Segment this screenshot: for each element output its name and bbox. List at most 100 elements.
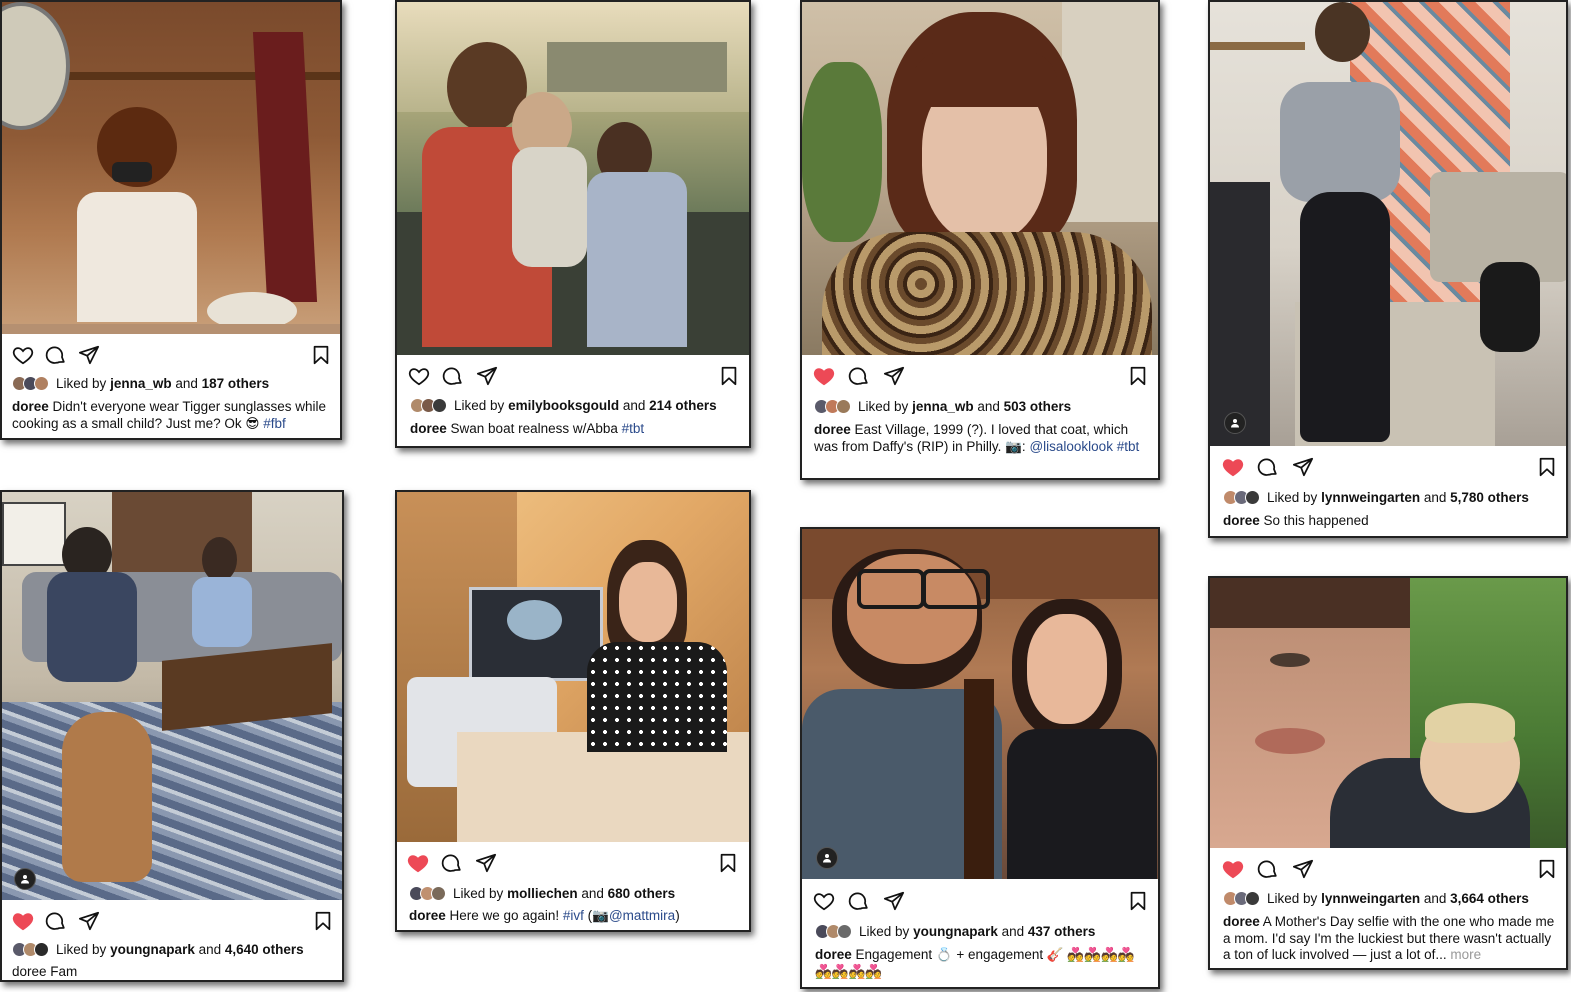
caption-mention[interactable]: @lisalooklook: [1029, 439, 1113, 454]
instagram-post-6: Liked by molliechen and 680 others doree…: [395, 490, 751, 932]
bookmark-icon[interactable]: [1127, 890, 1149, 912]
post-caption: doree So this happened: [1223, 513, 1556, 530]
caption-username[interactable]: doree: [410, 421, 447, 436]
post-photo[interactable]: [2, 2, 340, 334]
share-icon[interactable]: [1292, 456, 1314, 478]
tagged-user-icon[interactable]: [1224, 412, 1246, 434]
post-caption: doree Didn't everyone wear Tigger sungla…: [12, 399, 330, 432]
bookmark-icon[interactable]: [718, 365, 740, 387]
share-icon[interactable]: [475, 852, 497, 874]
likes-user-link[interactable]: jenna_wb: [110, 376, 172, 391]
heart-icon[interactable]: [813, 890, 835, 912]
likes-user-link[interactable]: emilybooksgould: [508, 398, 619, 413]
caption-hashtag[interactable]: #fbf: [263, 416, 286, 431]
likes-summary: Liked by youngnapark and 4,640 others: [12, 942, 304, 957]
tagged-user-icon[interactable]: [14, 868, 36, 890]
comment-icon[interactable]: [1257, 858, 1279, 880]
bookmark-icon[interactable]: [310, 344, 332, 366]
likes-summary: Liked by jenna_wb and 187 others: [12, 376, 269, 391]
post-photo[interactable]: [1210, 2, 1566, 446]
caption-hashtag[interactable]: #ivf: [563, 908, 584, 923]
post-photo[interactable]: [802, 529, 1158, 879]
likes-user-link[interactable]: jenna_wb: [912, 399, 974, 414]
heart-icon[interactable]: [407, 852, 429, 874]
caption-hashtag[interactable]: #tbt: [1117, 439, 1140, 454]
bookmark-icon[interactable]: [1536, 456, 1558, 478]
likes-user-link[interactable]: lynnweingarten: [1321, 490, 1420, 505]
share-icon[interactable]: [883, 365, 905, 387]
likes-count-link[interactable]: 4,640 others: [225, 942, 304, 957]
post-photo[interactable]: [2, 492, 342, 900]
likes-and: and: [1001, 924, 1025, 939]
likes-count-link[interactable]: 187 others: [202, 376, 270, 391]
caption-username[interactable]: doree: [1223, 513, 1260, 528]
likes-user-link[interactable]: lynnweingarten: [1321, 891, 1420, 906]
likes-and: and: [1423, 490, 1447, 505]
likes-count-link[interactable]: 3,664 others: [1450, 891, 1529, 906]
likes-summary: Liked by emilybooksgould and 214 others: [410, 398, 717, 413]
action-bar: [397, 361, 749, 391]
bookmark-icon[interactable]: [1536, 858, 1558, 880]
post-caption: doree A Mother's Day selfie with the one…: [1223, 914, 1556, 964]
tagged-user-icon[interactable]: [816, 847, 838, 869]
post-photo[interactable]: [397, 2, 749, 355]
likes-prefix: Liked by: [454, 398, 505, 413]
action-bar: [1210, 854, 1566, 884]
likes-and: and: [1423, 891, 1447, 906]
heart-icon[interactable]: [408, 365, 430, 387]
comment-icon[interactable]: [45, 910, 67, 932]
post-photo[interactable]: [397, 492, 749, 842]
bookmark-icon[interactable]: [312, 910, 334, 932]
post-caption: doree Engagement 💍 + engagement 🎸 💑💑💑💑💑💑…: [815, 947, 1148, 980]
likes-user-link[interactable]: youngnapark: [110, 942, 195, 957]
bookmark-icon[interactable]: [1127, 365, 1149, 387]
heart-icon[interactable]: [1222, 858, 1244, 880]
instagram-post-8: Liked by lynnweingarten and 3,664 others…: [1208, 576, 1568, 970]
instagram-post-5: Liked by youngnapark and 4,640 others do…: [0, 490, 344, 982]
share-icon[interactable]: [476, 365, 498, 387]
caption-mention[interactable]: @mattmira: [609, 908, 675, 923]
likes-count-link[interactable]: 437 others: [1028, 924, 1096, 939]
caption-hashtag[interactable]: #tbt: [622, 421, 645, 436]
caption-text: Swan boat realness w/Abba: [450, 421, 618, 436]
likes-count-link[interactable]: 503 others: [1004, 399, 1072, 414]
heart-icon[interactable]: [12, 344, 34, 366]
heart-icon[interactable]: [1222, 456, 1244, 478]
action-bar: [397, 848, 749, 878]
heart-icon[interactable]: [813, 365, 835, 387]
post-caption: doree Swan boat realness w/Abba #tbt: [410, 421, 739, 438]
comment-icon[interactable]: [1257, 456, 1279, 478]
likes-count-link[interactable]: 214 others: [649, 398, 717, 413]
caption-username[interactable]: doree: [12, 399, 49, 414]
bookmark-icon[interactable]: [717, 852, 739, 874]
likes-summary: Liked by lynnweingarten and 3,664 others: [1223, 891, 1529, 906]
caption-more-link[interactable]: more: [1450, 947, 1481, 962]
comment-icon[interactable]: [848, 890, 870, 912]
action-bar: [2, 906, 342, 936]
share-icon[interactable]: [78, 910, 100, 932]
post-photo[interactable]: [1210, 578, 1566, 848]
instagram-post-3: Liked by jenna_wb and 503 others doree E…: [800, 0, 1160, 480]
caption-username[interactable]: doree: [814, 422, 851, 437]
likes-user-link[interactable]: molliechen: [507, 886, 578, 901]
caption-username[interactable]: doree: [12, 964, 47, 979]
post-photo[interactable]: [802, 2, 1158, 355]
comment-icon[interactable]: [848, 365, 870, 387]
comment-icon[interactable]: [45, 344, 67, 366]
comment-icon[interactable]: [441, 852, 463, 874]
likes-summary: Liked by molliechen and 680 others: [409, 886, 675, 901]
instagram-post-4: Liked by lynnweingarten and 5,780 others…: [1208, 0, 1568, 538]
share-icon[interactable]: [1292, 858, 1314, 880]
likes-count-link[interactable]: 680 others: [608, 886, 676, 901]
caption-username[interactable]: doree: [409, 908, 446, 923]
share-icon[interactable]: [78, 344, 100, 366]
likes-user-link[interactable]: youngnapark: [913, 924, 998, 939]
share-icon[interactable]: [883, 890, 905, 912]
instagram-post-7: Liked by youngnapark and 437 others dore…: [800, 527, 1160, 989]
caption-username[interactable]: doree: [1223, 914, 1260, 929]
likes-prefix: Liked by: [453, 886, 504, 901]
likes-count-link[interactable]: 5,780 others: [1450, 490, 1529, 505]
heart-icon[interactable]: [12, 910, 34, 932]
comment-icon[interactable]: [442, 365, 464, 387]
caption-username[interactable]: doree: [815, 947, 852, 962]
